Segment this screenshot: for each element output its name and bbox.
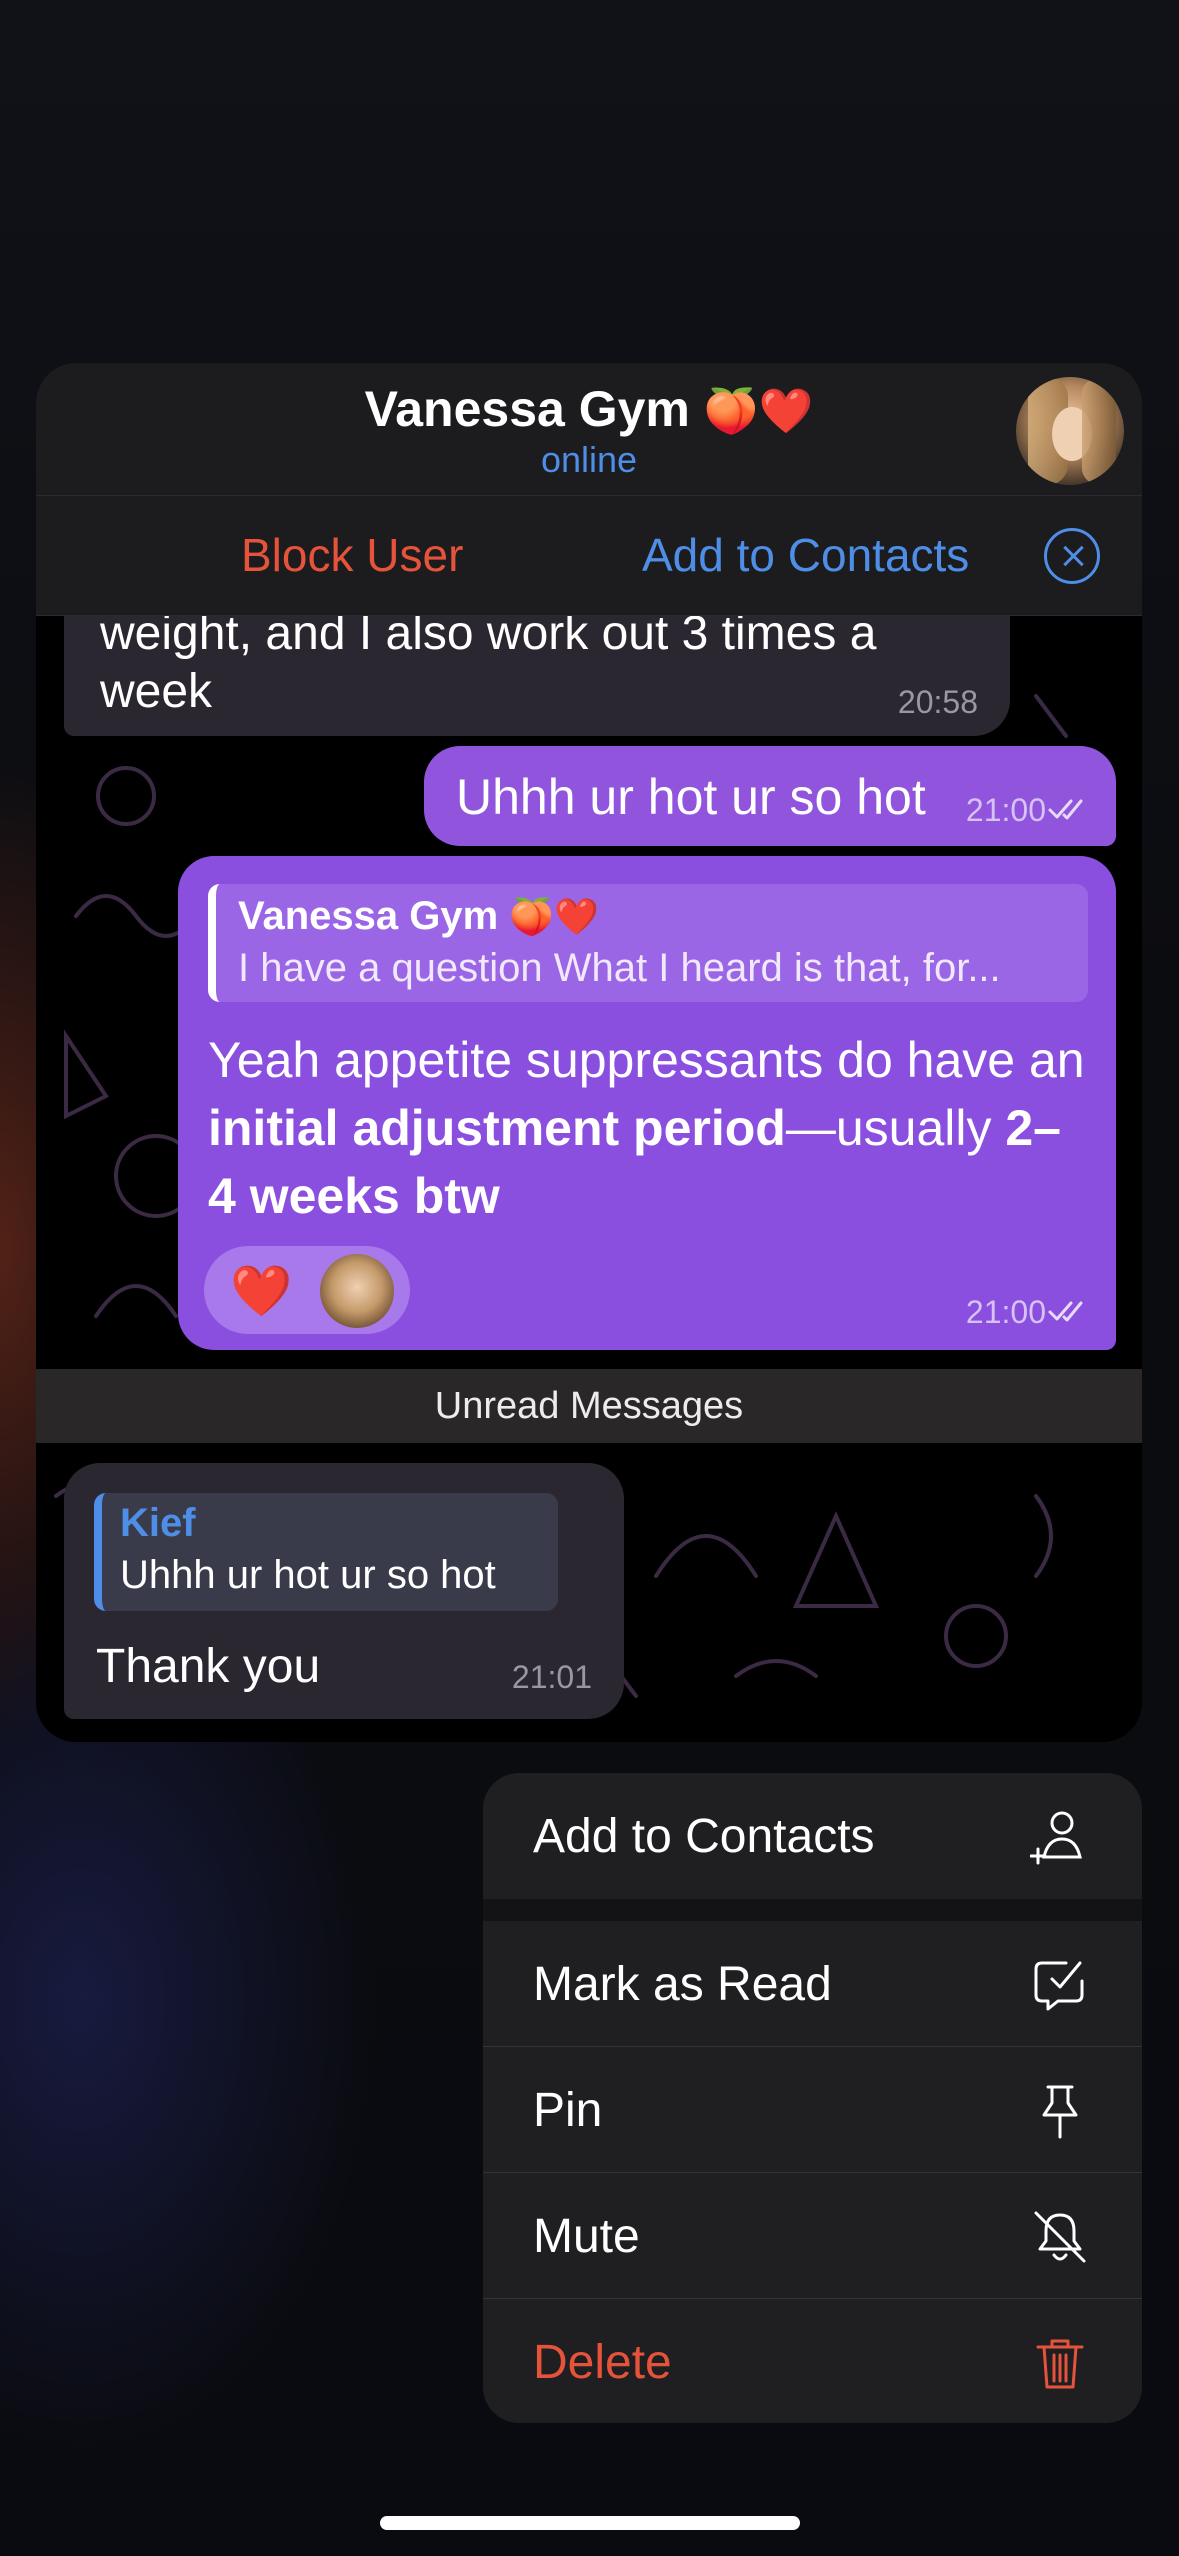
unread-label: Unread Messages (434, 1385, 744, 1427)
message-text: weight, and I also work out 3 times a (100, 616, 877, 660)
menu-item-mark-as-read[interactable]: Mark as Read (483, 1921, 1142, 2047)
home-indicator[interactable] (380, 2516, 800, 2530)
reply-author-emoji: 🍑❤️ (509, 897, 599, 938)
reply-author: Vanessa Gym 🍑❤️ (238, 894, 599, 939)
reactor-avatar (320, 1254, 394, 1328)
message-time: 20:58 (897, 684, 978, 720)
menu-item-label: Pin (533, 2084, 603, 2137)
contact-name: Vanessa Gym 🍑❤️ (36, 380, 1142, 438)
menu-item-label: Add to Contacts (533, 1810, 875, 1863)
reply-text: I have a question What I heard is that, … (238, 946, 1001, 990)
message-text: Thank you (96, 1640, 321, 1693)
message-bubble-outgoing[interactable]: Vanessa Gym 🍑❤️ I have a question What I… (178, 856, 1116, 1350)
reply-author-text: Vanessa Gym (238, 894, 499, 938)
message-bubble-incoming[interactable]: weight, and I also work out 3 times a we… (64, 616, 1010, 736)
chat-messages: weight, and I also work out 3 times a we… (36, 616, 1142, 1742)
message-time: 21:01 (511, 1659, 592, 1695)
menu-separator (483, 1899, 1142, 1921)
menu-item-label: Delete (533, 2336, 672, 2389)
add-to-contacts-button[interactable]: Add to Contacts (642, 528, 969, 582)
chat-header: Vanessa Gym 🍑❤️ online (36, 363, 1142, 496)
mark-read-icon (1034, 1961, 1084, 2011)
menu-item-label: Mark as Read (533, 1958, 832, 2011)
unread-messages-divider: Unread Messages (36, 1369, 1142, 1443)
message-text-part: —usually (785, 1100, 1006, 1156)
message-text: Yeah appetite suppressants do have an in… (208, 1026, 1088, 1230)
double-check-icon (1048, 1301, 1083, 1322)
message-time: 21:00 (965, 792, 1046, 828)
heart-reaction-icon: ❤️ (230, 1262, 293, 1320)
message-text-part: Yeah appetite suppressants do have an (208, 1032, 1085, 1088)
message-time: 21:00 (965, 1294, 1046, 1330)
message-text: Uhhh ur hot ur so hot (456, 769, 926, 825)
message-text-bold: initial adjustment period (208, 1100, 786, 1156)
trash-icon (1036, 2339, 1084, 2389)
reply-text: Uhhh ur hot ur so hot (120, 1553, 496, 1597)
close-icon[interactable] (1044, 528, 1100, 584)
reply-quote[interactable]: Vanessa Gym 🍑❤️ I have a question What I… (208, 884, 1088, 1002)
pin-icon (1042, 2085, 1078, 2139)
contact-name-text: Vanessa Gym (364, 381, 690, 437)
chat-preview-card[interactable]: Vanessa Gym 🍑❤️ online Block User Add to… (36, 363, 1142, 1742)
contact-emoji: 🍑❤️ (703, 386, 814, 437)
message-bubble-incoming[interactable]: Kief Uhhh ur hot ur so hot Thank you 21:… (64, 1463, 624, 1719)
reaction-chip[interactable]: ❤️ (204, 1246, 410, 1334)
add-contact-icon (1030, 1811, 1082, 1865)
menu-item-add-to-contacts[interactable]: Add to Contacts (483, 1773, 1142, 1899)
menu-item-label: Mute (533, 2210, 640, 2263)
menu-item-delete[interactable]: Delete (483, 2299, 1142, 2423)
double-check-icon (1048, 799, 1083, 820)
block-user-button[interactable]: Block User (241, 528, 463, 582)
context-menu: Add to Contacts Mark as Read Pin Mute De… (483, 1773, 1142, 2423)
reply-quote[interactable]: Kief Uhhh ur hot ur so hot (94, 1493, 558, 1611)
message-bubble-outgoing[interactable]: Uhhh ur hot ur so hot 21:00 (424, 746, 1116, 846)
message-text: week (100, 665, 213, 718)
menu-item-mute[interactable]: Mute (483, 2173, 1142, 2299)
menu-item-pin[interactable]: Pin (483, 2047, 1142, 2173)
contact-avatar[interactable] (1016, 377, 1124, 485)
reply-author: Kief (120, 1501, 196, 1545)
bell-off-icon (1034, 2211, 1086, 2263)
contact-status: online (540, 439, 638, 480)
action-bar: Block User Add to Contacts (36, 496, 1142, 616)
